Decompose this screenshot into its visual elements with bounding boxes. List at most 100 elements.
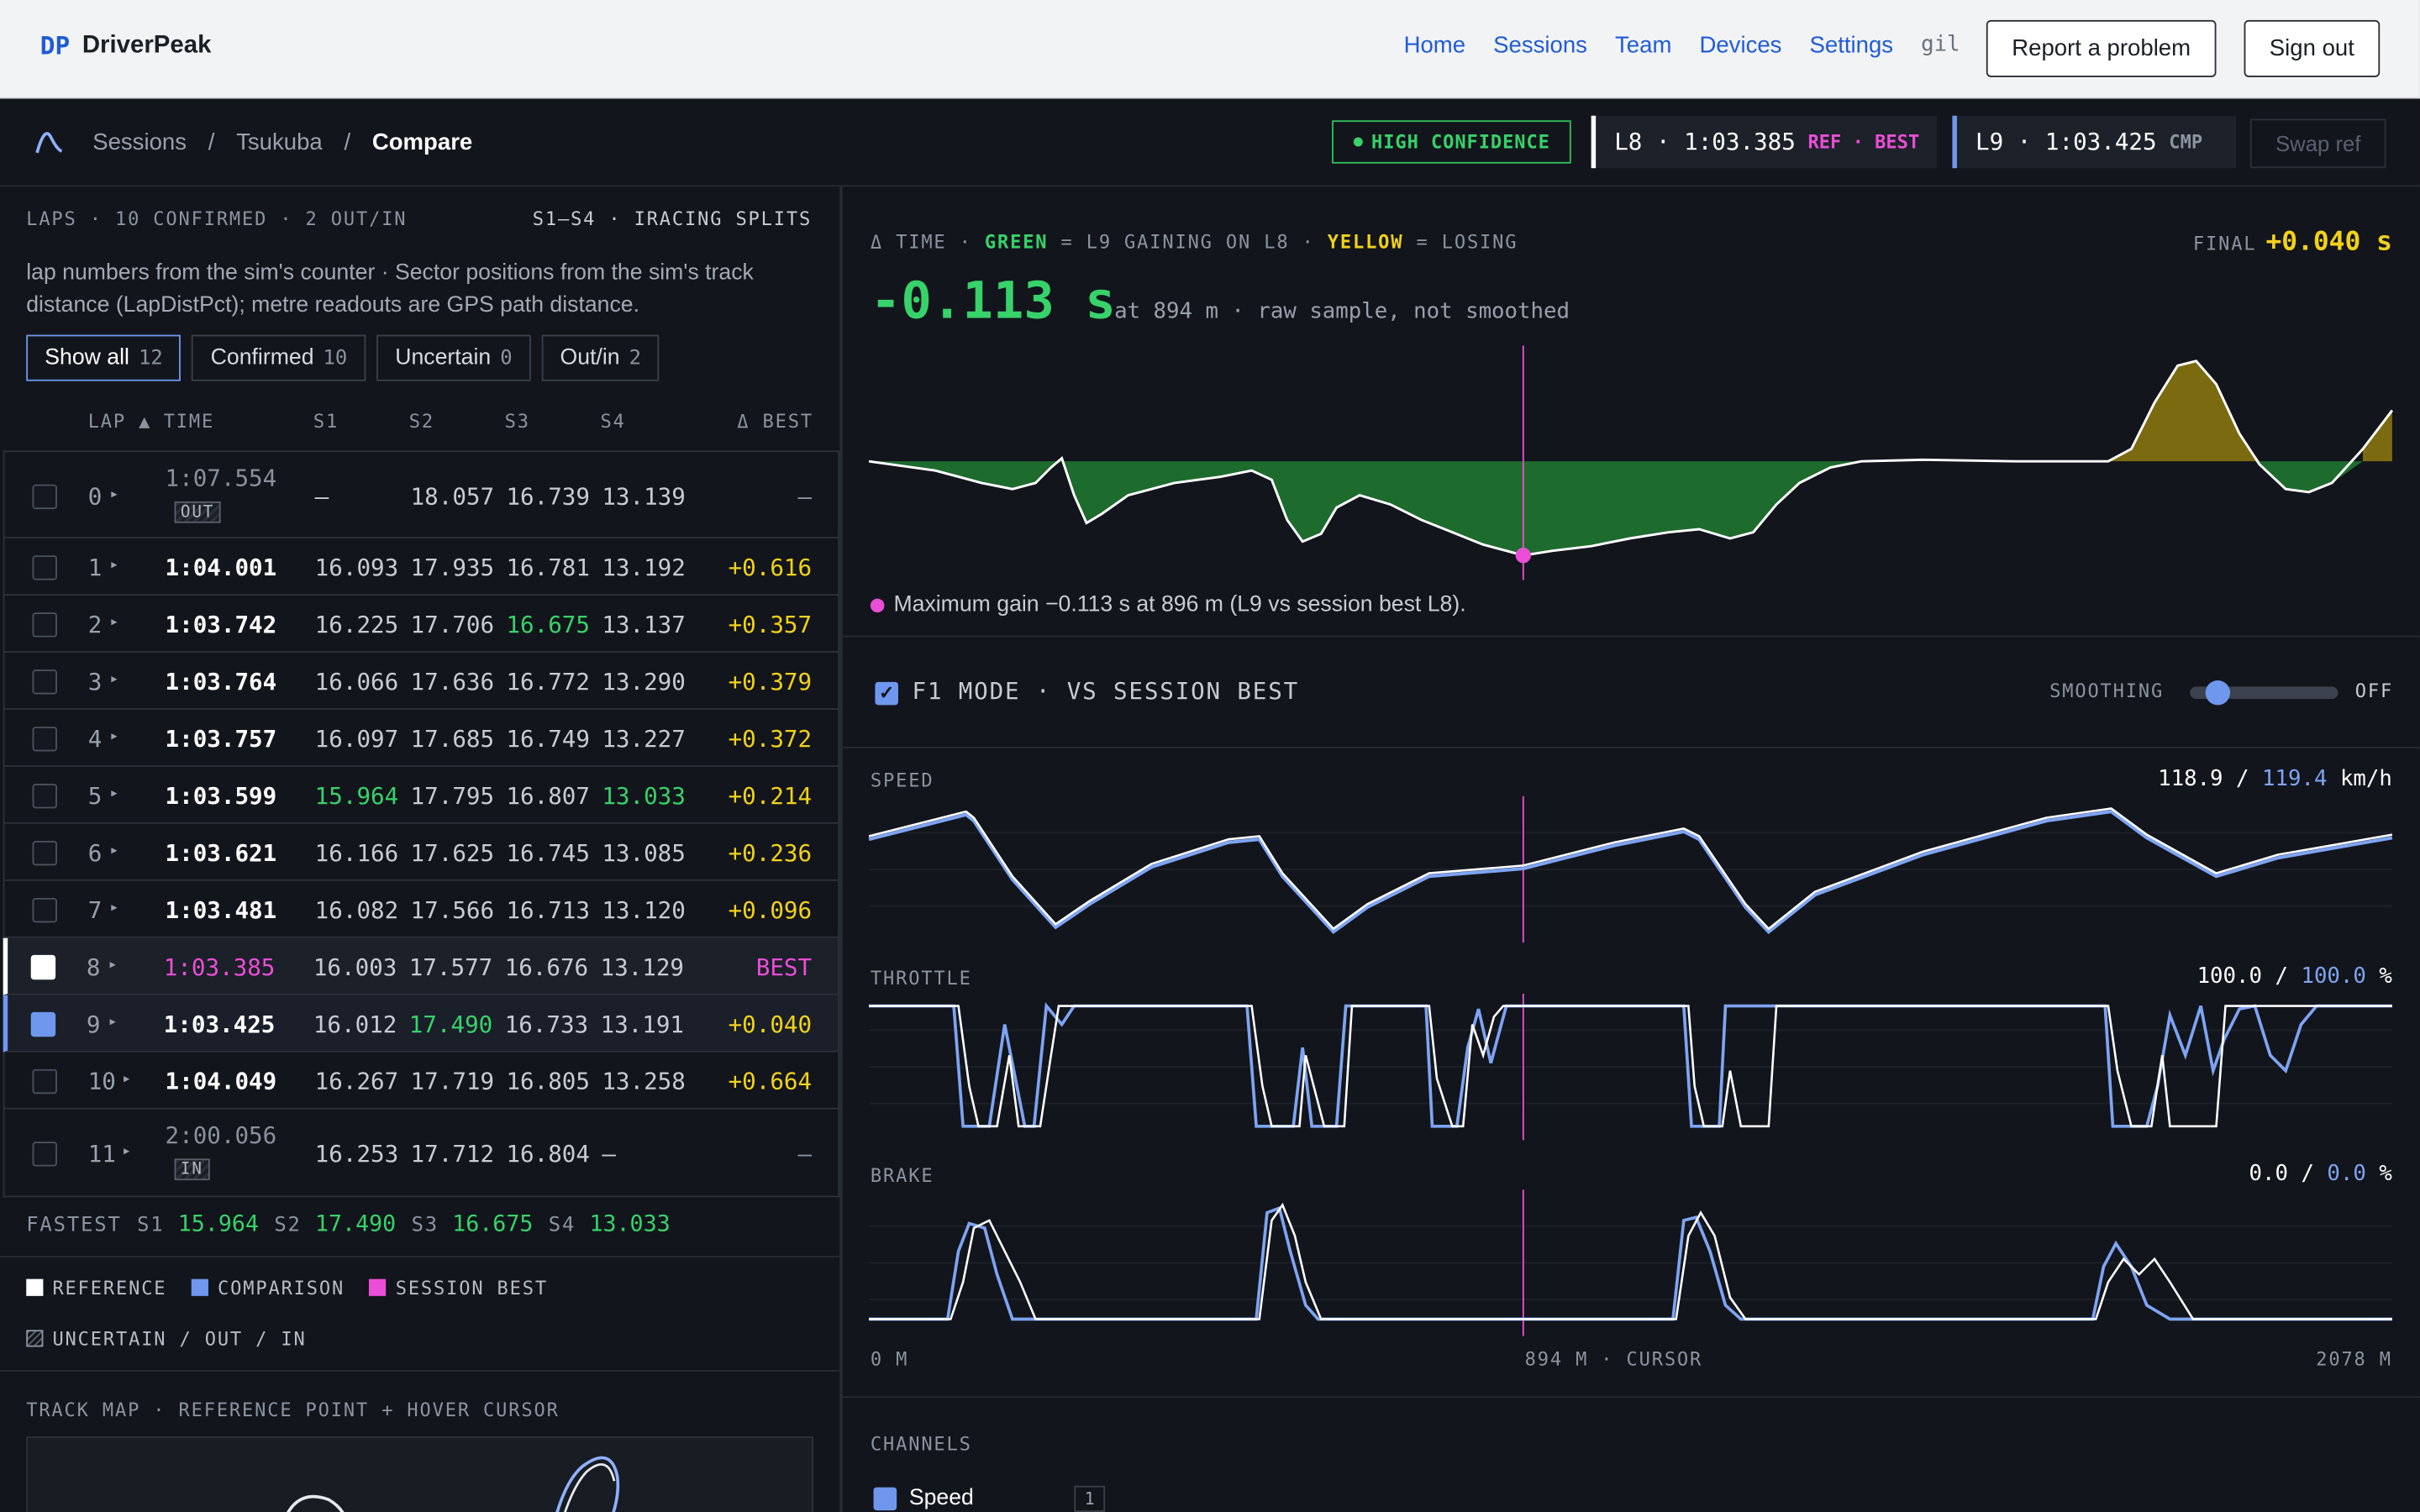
lap-row[interactable]: 0 ▸ 1:07.554 OUT — 18.057 16.739 13.139 —	[3, 450, 840, 539]
sector-s4: 13.139	[602, 482, 686, 511]
nav-link-team[interactable]: Team	[1615, 33, 1671, 59]
lap-checkbox[interactable]	[32, 897, 57, 923]
lap-checkbox[interactable]	[32, 1142, 57, 1167]
expand-arrow-icon[interactable]: ▸	[122, 1143, 131, 1160]
sector-s4: 13.227	[602, 725, 686, 753]
filter-uncertain[interactable]: Uncertain 0	[376, 334, 531, 381]
breadcrumb-separator: /	[344, 129, 351, 155]
column-s4[interactable]: S4	[600, 411, 625, 433]
expand-arrow-icon[interactable]: ▸	[109, 900, 118, 916]
lap-row[interactable]: 9 ▸ 1:03.425 16.012 17.490 16.733 13.191 +0.040	[3, 995, 840, 1053]
legend-label: REFERENCE	[52, 1277, 167, 1299]
lap-row[interactable]: 2 ▸ 1:03.742 16.225 17.706 16.675 13.137 +0.357	[3, 595, 840, 653]
throttle-chart[interactable]	[843, 993, 2420, 1141]
breadcrumb-sessions[interactable]: Sessions	[92, 129, 187, 155]
filter-out-in[interactable]: Out/in 2	[541, 334, 660, 381]
column-s1[interactable]: S1	[313, 411, 339, 433]
nav-link-devices[interactable]: Devices	[1699, 33, 1781, 59]
lap-row[interactable]: 3 ▸ 1:03.764 16.066 17.636 16.772 13.290 +0.379	[3, 652, 840, 710]
smoothing-slider[interactable]	[2190, 680, 2338, 706]
lap-checkbox[interactable]	[30, 954, 56, 980]
lap-checkbox[interactable]	[32, 727, 57, 752]
nav-link-home[interactable]: Home	[1404, 33, 1465, 59]
lap-checkbox[interactable]	[32, 555, 57, 580]
delta-best: +0.379	[728, 668, 813, 696]
column-lap[interactable]: LAP ▲	[88, 411, 152, 433]
expand-arrow-icon[interactable]: ▸	[109, 843, 118, 859]
delta-best: +0.357	[728, 611, 813, 639]
lap-row[interactable]: 11 ▸ 2:00.056 IN 16.253 17.712 16.804 — —	[3, 1109, 840, 1198]
delta-best: +0.040	[728, 1011, 813, 1039]
reference-lap-chip[interactable]: L8 · 1:03.385 REF · BEST	[1591, 115, 1938, 169]
lap-checkbox[interactable]	[32, 612, 57, 638]
current-delta-meta: at 894 m · raw sample, not smoothed	[1114, 299, 1570, 324]
delta-best: +0.214	[728, 782, 813, 811]
lap-checkbox[interactable]	[32, 784, 57, 809]
lap-row[interactable]: 8 ▸ 1:03.385 16.003 17.577 16.676 13.129 BEST	[3, 937, 840, 995]
lap-row[interactable]: 6 ▸ 1:03.621 16.166 17.625 16.745 13.085 +0.236	[3, 823, 840, 881]
lap-time: 1:03.764	[165, 668, 277, 696]
channel-swatch	[873, 1486, 897, 1510]
delta-heading-yellow: YELLOW	[1327, 231, 1404, 254]
breadcrumb: Sessions / Tsukuba / Compare	[34, 128, 472, 155]
lap-checkbox[interactable]	[32, 484, 57, 510]
lap-row[interactable]: 10 ▸ 1:04.049 16.267 17.719 16.805 13.258 +0.66…	[3, 1052, 840, 1110]
lap-checkbox[interactable]	[32, 1068, 57, 1095]
slider-knob[interactable]	[2205, 680, 2231, 706]
track-map[interactable]	[26, 1436, 813, 1512]
legend-reference: REFERENCE	[26, 1278, 166, 1299]
swap-ref-button[interactable]: Swap ref	[2249, 118, 2386, 169]
filter-show-all[interactable]: Show all 12	[26, 334, 182, 381]
expand-arrow-icon[interactable]: ▸	[109, 671, 118, 688]
lap-checkbox[interactable]	[30, 1011, 56, 1037]
lap-time: 1:03.621	[165, 839, 277, 868]
lap-row[interactable]: 4 ▸ 1:03.757 16.097 17.685 16.749 13.227 +0.372	[3, 709, 840, 767]
lap-row[interactable]: 7 ▸ 1:03.481 16.082 17.566 16.713 13.120 +0.096	[3, 880, 840, 938]
lap-row[interactable]: 5 ▸ 1:03.599 15.964 17.795 16.807 13.033 +0.214	[3, 766, 840, 824]
brake-readout: 0.0 / 0.0 %	[2249, 1162, 2392, 1187]
channel-item-speed[interactable]: Speed 1	[873, 1485, 1106, 1512]
lap-row[interactable]: 1 ▸ 1:04.001 16.093 17.935 16.781 13.192 +0.616	[3, 538, 840, 596]
channels-heading: CHANNELS	[870, 1433, 972, 1456]
sector-s3: 16.676	[504, 953, 589, 982]
filter-confirmed[interactable]: Confirmed 10	[192, 334, 366, 381]
sector-s3: 16.804	[506, 1140, 590, 1168]
filter-count: 12	[138, 346, 163, 370]
sign-out-button[interactable]: Sign out	[2244, 19, 2381, 77]
sector-s4: 13.258	[602, 1067, 686, 1096]
column-delta-best[interactable]: Δ BEST	[737, 411, 813, 433]
expand-arrow-icon[interactable]: ▸	[109, 614, 118, 631]
delta-chart[interactable]	[843, 341, 2420, 588]
expand-arrow-icon[interactable]: ▸	[109, 728, 118, 745]
brake-chart[interactable]	[843, 1189, 2420, 1336]
expand-arrow-icon[interactable]: ▸	[122, 1071, 131, 1088]
compare-header: Sessions / Tsukuba / Compare HIGH CONFID…	[0, 98, 2420, 187]
divider	[842, 1396, 2420, 1399]
sector-s2: 17.625	[410, 839, 495, 868]
sector-s2: 17.577	[408, 953, 493, 982]
lap-number: 5	[87, 782, 103, 811]
lap-checkbox[interactable]	[32, 669, 57, 695]
lap-number: 6	[87, 839, 103, 868]
sector-s1: 16.066	[314, 668, 399, 696]
expand-arrow-icon[interactable]: ▸	[109, 785, 118, 802]
report-problem-button[interactable]: Report a problem	[1986, 19, 2217, 77]
nav-link-settings[interactable]: Settings	[1810, 33, 1894, 59]
speed-ref-value: 118.9	[2158, 766, 2223, 792]
speed-chart[interactable]	[843, 795, 2420, 943]
expand-arrow-icon[interactable]: ▸	[108, 957, 118, 974]
expand-arrow-icon[interactable]: ▸	[109, 557, 118, 574]
comparison-lap-chip[interactable]: L9 · 1:03.425 CMP	[1952, 115, 2237, 169]
column-s2[interactable]: S2	[409, 411, 434, 433]
expand-arrow-icon[interactable]: ▸	[109, 486, 118, 503]
nav-link-sessions[interactable]: Sessions	[1493, 33, 1587, 59]
lap-checkbox[interactable]	[32, 841, 57, 866]
column-time[interactable]: TIME	[164, 411, 214, 433]
breadcrumb-track[interactable]: Tsukuba	[236, 129, 323, 155]
app-logo[interactable]: DP DriverPeak	[40, 31, 212, 60]
column-s3[interactable]: S3	[505, 411, 530, 433]
splits-label: S1–S4 · IRACING SPLITS	[532, 207, 813, 230]
f1-mode-checkbox[interactable]: ✓	[875, 681, 898, 706]
filter-label: Confirmed	[210, 345, 314, 370]
expand-arrow-icon[interactable]: ▸	[108, 1014, 118, 1031]
